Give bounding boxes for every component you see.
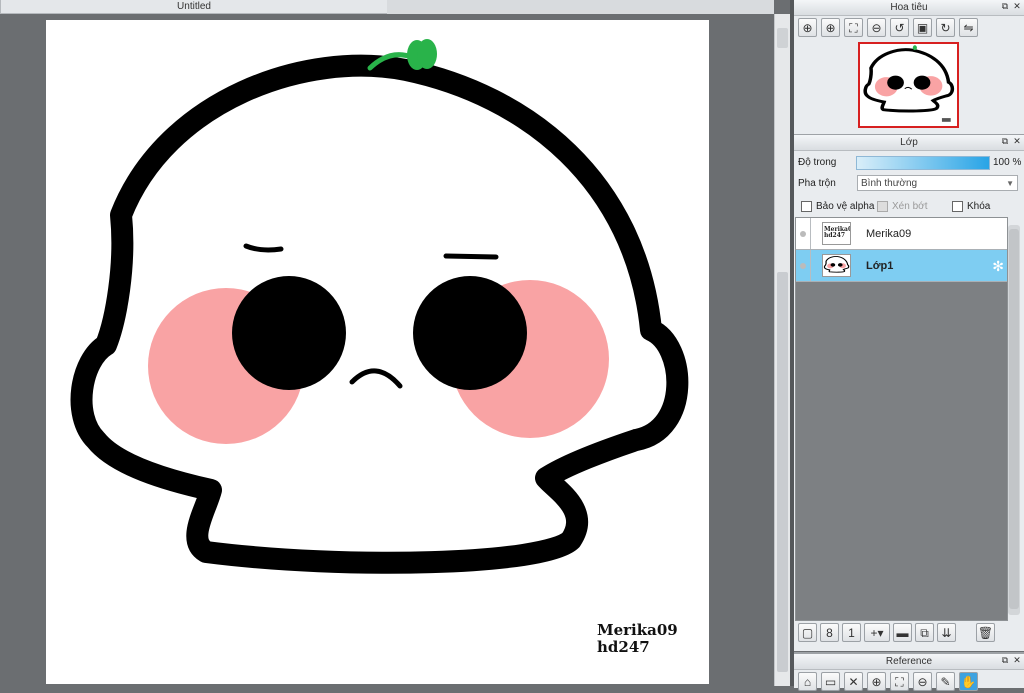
checkbox-icon [801,201,812,212]
layer-list-scrollbar[interactable] [1008,225,1020,615]
preview-illustration [863,45,955,122]
checkbox-icon [952,201,963,212]
canvas-vertical-scrollbar[interactable] [774,14,791,686]
opacity-label: Độ trong [798,157,837,168]
new-1bit-layer-icon[interactable]: 1 [842,623,861,642]
flip-icon[interactable]: ⇋ [959,18,978,37]
reference-panel: Reference ⧉ ✕ ⌂ ▭ ✕ ⊕ ⛶ ⊖ ✎ ✋ [794,652,1024,691]
checkbox-icon [877,201,888,212]
visibility-toggle[interactable] [796,250,811,281]
eyedropper-icon[interactable]: ✎ [936,672,955,691]
fit-icon[interactable]: ⛶ [844,18,863,37]
layer-title: Lớp [900,137,918,148]
close-icon[interactable]: ✕ [844,672,863,691]
layer-header: Lớp ⧉ ✕ [794,135,1024,151]
navigator-header: Hoa tiêu ⧉ ✕ [794,0,1024,16]
lock-label: Khóa [967,201,991,212]
fit-window-icon[interactable]: ▣ [913,18,932,37]
layer-row-merika09[interactable]: Merika09 hd247 Merika09 [796,218,1007,250]
scroll-up-button[interactable] [777,28,788,48]
lock-checkbox[interactable]: Khóa [952,201,990,212]
signature-line-2: hd247 [597,638,650,656]
layer-list[interactable]: Merika09 hd247 Merika09 Lớp1 ✻ [795,217,1008,621]
gear-icon[interactable]: ✻ [992,258,1004,275]
signature-text: Merika09 hd247 [597,622,678,656]
new-8bit-layer-icon[interactable]: 8 [820,623,839,642]
layer-thumbnail [822,254,851,277]
hand-icon[interactable]: ✋ [959,672,978,691]
chevron-down-icon: ▼ [1006,179,1014,188]
tab-bar-filler [387,0,774,14]
open-folder-icon[interactable]: ▭ [821,672,840,691]
close-icon[interactable]: ✕ [1012,136,1022,147]
close-icon[interactable]: ✕ [1012,1,1022,12]
sprout-leaf-2 [417,39,437,69]
popout-icon[interactable]: ⧉ [1000,136,1010,147]
zoom-out-icon[interactable]: ⊖ [913,672,932,691]
right-eye [413,276,527,390]
zoom-in-icon[interactable]: ⊕ [798,18,817,37]
popout-icon[interactable]: ⧉ [1000,655,1010,666]
document-tab[interactable]: Untitled [0,0,388,14]
navigator-title: Hoa tiêu [890,2,928,13]
add-layer-menu-icon[interactable]: +▾ [864,623,890,642]
zoom-in-icon[interactable]: ⊕ [821,18,840,37]
layer-thumbnail: Merika09 hd247 [822,222,851,245]
right-brow [443,253,499,260]
scrollbar-thumb[interactable] [1009,229,1019,609]
character-illustration [70,39,689,574]
layer-thumb-illustration [823,255,850,273]
layer-name: Merika09 [866,227,912,240]
zoom-in-icon[interactable]: ⊕ [867,672,886,691]
fit-icon[interactable]: ⛶ [890,672,909,691]
left-eye [232,276,346,390]
opacity-value: 100 % [993,157,1022,168]
navigator-preview[interactable] [858,42,959,128]
reference-toolbar: ⌂ ▭ ✕ ⊕ ⛶ ⊖ ✎ ✋ [794,670,1024,693]
layer-name: Lớp1 [866,259,894,272]
reference-header: Reference ⧉ ✕ [794,654,1024,670]
thumb-text-2: hd247 [824,232,846,239]
rotate-right-icon[interactable]: ↻ [936,18,955,37]
blend-mode-select[interactable]: Bình thường ▼ [857,175,1018,191]
close-icon[interactable]: ✕ [1012,655,1022,666]
navigator-panel: Hoa tiêu ⧉ ✕ ⊕ ⊕ ⛶ ⊖ ↺ ▣ ↻ ⇋ [794,0,1024,134]
layer-row-lop1[interactable]: Lớp1 ✻ [796,250,1007,282]
reference-title: Reference [885,656,933,667]
signature-line-1: Merika09 [597,621,678,639]
scrollbar-thumb[interactable] [777,272,788,672]
home-icon[interactable]: ⌂ [798,672,817,691]
drawing-canvas[interactable]: Merika09 hd247 [46,20,709,684]
trash-icon[interactable]: 🗑 [976,623,995,642]
navigator-toolbar: ⊕ ⊕ ⛶ ⊖ ↺ ▣ ↻ ⇋ [794,16,1024,39]
visibility-dot-icon [800,262,806,269]
blend-mode-value: Bình thường [861,178,918,189]
folder-icon[interactable]: ▬ [893,623,912,642]
clipping-checkbox[interactable]: Xén bớt [877,201,927,212]
popout-icon[interactable]: ⧉ [1000,1,1010,12]
protect-alpha-label: Bảo vệ alpha [816,201,875,212]
new-layer-icon[interactable]: ▢ [798,623,817,642]
layer-panel: Lớp ⧉ ✕ Độ trong 100 % Pha trộn Bình thư… [794,134,1024,651]
clipping-label: Xén bớt [892,201,928,212]
visibility-dot-icon [800,230,806,237]
merge-layer-icon[interactable]: ⇊ [937,623,956,642]
visibility-toggle[interactable] [796,218,811,249]
layer-toolbar: ▢ 8 1 +▾ ▬ ⧉ ⇊ 🗑 [794,623,1024,645]
zoom-out-icon[interactable]: ⊖ [867,18,886,37]
blend-label: Pha trộn [798,178,836,189]
rotate-left-icon[interactable]: ↺ [890,18,909,37]
opacity-slider[interactable] [856,156,990,170]
protect-alpha-checkbox[interactable]: Bảo vệ alpha [801,201,874,212]
canvas-area[interactable]: Untitled Merika09 hd247 [0,0,774,686]
duplicate-layer-icon[interactable]: ⧉ [915,623,934,642]
